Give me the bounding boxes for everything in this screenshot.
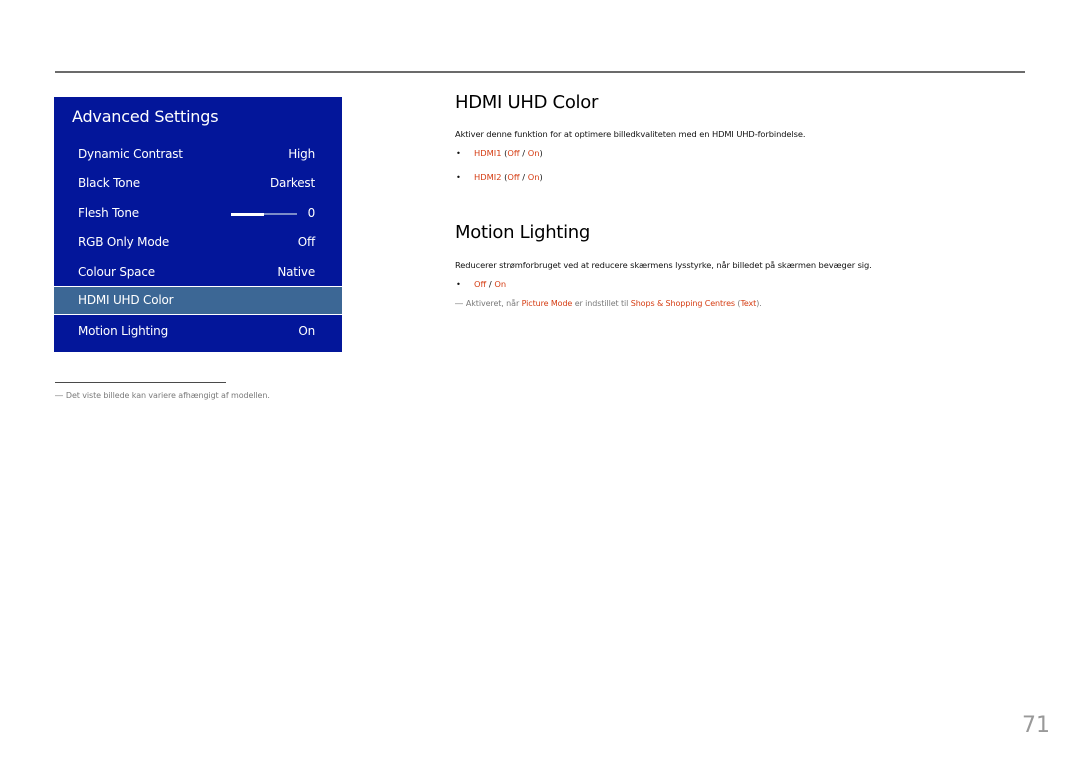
motion-lighting-bullet: • Off / On <box>456 279 506 289</box>
shops-ref: Shops & Shopping Centres <box>630 299 735 308</box>
hdmi1-label: HDMI1 <box>474 148 502 158</box>
footnote-text: Det viste billede kan variere afhængigt … <box>65 391 270 400</box>
menu-item-label: RGB Only Mode <box>78 235 170 249</box>
option-off: Off <box>507 172 520 182</box>
motion-lighting-description: Reducerer strømforbruget ved at reducere… <box>455 260 872 270</box>
separator: / <box>519 148 528 158</box>
menu-item-value: On <box>298 324 315 338</box>
menu-item-label: Colour Space <box>78 265 155 279</box>
option-on: On <box>494 279 507 289</box>
footnote-divider <box>55 382 226 383</box>
menu-item-flesh-tone[interactable]: Flesh Tone 0 <box>54 200 342 227</box>
menu-item-value: 0 <box>307 206 316 220</box>
bullet-icon: • <box>456 279 461 289</box>
menu-item-dynamic-contrast[interactable]: Dynamic Contrast High <box>54 141 342 168</box>
menu-item-value: Off <box>297 235 316 249</box>
text-ref: Text <box>740 299 757 308</box>
hdmi-uhd-color-description: Aktiver denne funktion for at optimere b… <box>455 129 806 139</box>
paren: ) <box>539 172 543 182</box>
menu-item-colour-space[interactable]: Colour Space Native <box>54 259 342 286</box>
motion-lighting-heading: Motion Lighting <box>455 222 591 243</box>
paren: ) <box>539 148 543 158</box>
note-text: ). <box>756 299 762 308</box>
option-on: On <box>527 172 540 182</box>
menu-item-hdmi-uhd-color[interactable]: HDMI UHD Color <box>53 286 343 315</box>
menu-item-label: Motion Lighting <box>78 324 169 338</box>
option-off: Off <box>474 279 487 289</box>
hdmi2-label: HDMI2 <box>474 172 502 182</box>
hdmi2-bullet: • HDMI2 (Off / On) <box>456 172 543 182</box>
picture-mode-ref: Picture Mode <box>521 299 573 308</box>
menu-item-label: Black Tone <box>78 176 140 190</box>
slider-fill <box>231 212 264 216</box>
note-text: Aktiveret, når <box>465 299 522 308</box>
menu-title: Advanced Settings <box>72 107 219 126</box>
note-text: er indstillet til <box>572 299 631 308</box>
menu-item-label: Flesh Tone <box>78 206 139 220</box>
motion-lighting-note: ― Aktiveret, når Picture Mode er indstill… <box>455 299 762 308</box>
menu-item-label: Dynamic Contrast <box>78 147 183 161</box>
option-off: Off <box>507 148 520 158</box>
advanced-settings-menu: Advanced Settings Dynamic Contrast High … <box>53 97 343 352</box>
hdmi-uhd-color-heading: HDMI UHD Color <box>455 92 599 113</box>
footnote: ― Det viste billede kan variere afhængigt… <box>55 391 270 400</box>
option-on: On <box>527 148 540 158</box>
hdmi1-bullet: • HDMI1 (Off / On) <box>456 148 543 158</box>
note-dash-icon: ― <box>455 299 463 308</box>
note-dash-icon: ― <box>55 391 63 400</box>
separator: / <box>519 172 528 182</box>
flesh-tone-slider[interactable] <box>231 212 297 216</box>
menu-item-value: Native <box>277 265 315 279</box>
menu-item-motion-lighting[interactable]: Motion Lighting On <box>54 318 342 345</box>
bullet-icon: • <box>456 172 461 182</box>
menu-item-rgb-only-mode[interactable]: RGB Only Mode Off <box>54 229 342 256</box>
menu-item-label: HDMI UHD Color <box>78 293 174 307</box>
page-number: 71 <box>1022 713 1050 738</box>
bullet-icon: • <box>456 148 461 158</box>
menu-item-value: Darkest <box>270 176 315 190</box>
menu-item-black-tone[interactable]: Black Tone Darkest <box>54 170 342 197</box>
menu-item-value: High <box>288 147 315 161</box>
top-divider <box>55 71 1025 73</box>
